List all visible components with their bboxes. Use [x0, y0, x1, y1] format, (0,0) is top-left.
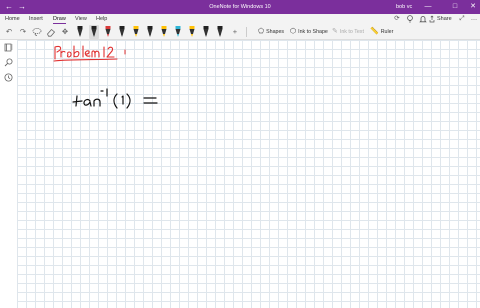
bell-icon[interactable] — [418, 14, 428, 24]
share-icon[interactable] — [429, 14, 435, 24]
eraser-icon[interactable] — [45, 26, 57, 38]
shapes-button[interactable]: ⬠ Shapes — [258, 26, 284, 38]
pen-1[interactable] — [75, 25, 85, 39]
title-bar: ← → OneNote for Windows 10 bob vc — □ ✕ — [0, 0, 480, 14]
ink-to-text-label: Ink to Text — [339, 29, 364, 35]
search-icon[interactable] — [3, 57, 14, 68]
ribbon-tabs: Home Insert Draw View Help ⟳ Share ⤢ … — [0, 14, 480, 24]
more-icon[interactable]: … — [469, 14, 479, 24]
notebooks-icon[interactable] — [3, 42, 14, 53]
lightbulb-icon[interactable] — [405, 14, 415, 24]
recent-icon[interactable] — [3, 72, 14, 83]
user-name[interactable]: bob vc — [396, 0, 412, 14]
pen-9[interactable] — [187, 25, 197, 39]
ink-layer — [53, 45, 158, 109]
pen-6[interactable] — [145, 25, 155, 39]
pen-3[interactable] — [103, 25, 113, 39]
minimize-button[interactable]: — — [421, 0, 435, 14]
tab-help[interactable]: Help — [96, 14, 107, 24]
navigation-sidebar — [0, 40, 17, 308]
undo-icon[interactable]: ↶ — [3, 26, 15, 38]
pen-7[interactable] — [159, 25, 169, 39]
redo-icon[interactable]: ↷ — [17, 26, 29, 38]
ink-to-text-button[interactable]: ✎ Ink to Text — [332, 26, 364, 38]
draw-toolbar: ↶ ↷ ✥ + ⬠ Shapes ⬡ Ink to Shape ✎ Ink to Te… — [0, 24, 480, 40]
toolbar-divider — [246, 27, 247, 37]
ink-to-shape-label: Ink to Shape — [298, 29, 328, 35]
shapes-icon: ⬠ — [258, 28, 265, 35]
ink-problem-title — [53, 45, 118, 62]
add-pen-button[interactable]: + — [229, 26, 241, 38]
pen-5[interactable] — [131, 25, 141, 39]
ink-to-shape-button[interactable]: ⬡ Ink to Shape — [290, 26, 328, 38]
ink-to-text-icon: ✎ — [332, 28, 338, 35]
ink-to-shape-icon: ⬡ — [290, 28, 297, 35]
tab-home[interactable]: Home — [5, 14, 20, 24]
pen-4[interactable] — [117, 25, 127, 39]
shapes-label: Shapes — [266, 29, 285, 35]
pan-icon[interactable]: ✥ — [59, 26, 71, 38]
maximize-button[interactable]: □ — [448, 0, 462, 14]
drawing-canvas[interactable] — [17, 40, 480, 308]
ink-expression — [72, 88, 158, 109]
tab-draw[interactable]: Draw — [53, 14, 66, 24]
pen-8[interactable] — [173, 25, 183, 39]
ruler-icon: 📏 — [370, 28, 379, 35]
tab-view[interactable]: View — [75, 14, 87, 24]
share-button[interactable]: Share — [437, 14, 452, 24]
pen-10[interactable] — [201, 25, 211, 39]
expand-icon[interactable]: ⤢ — [457, 14, 467, 24]
ruler-label: Ruler — [380, 29, 394, 35]
pen-11[interactable] — [215, 25, 225, 39]
pen-2[interactable] — [89, 25, 99, 39]
lasso-icon[interactable] — [31, 26, 43, 38]
tab-insert[interactable]: Insert — [29, 14, 43, 24]
ruler-button[interactable]: 📏 Ruler — [370, 26, 393, 38]
close-button[interactable]: ✕ — [466, 0, 480, 14]
sync-icon[interactable]: ⟳ — [392, 14, 402, 24]
